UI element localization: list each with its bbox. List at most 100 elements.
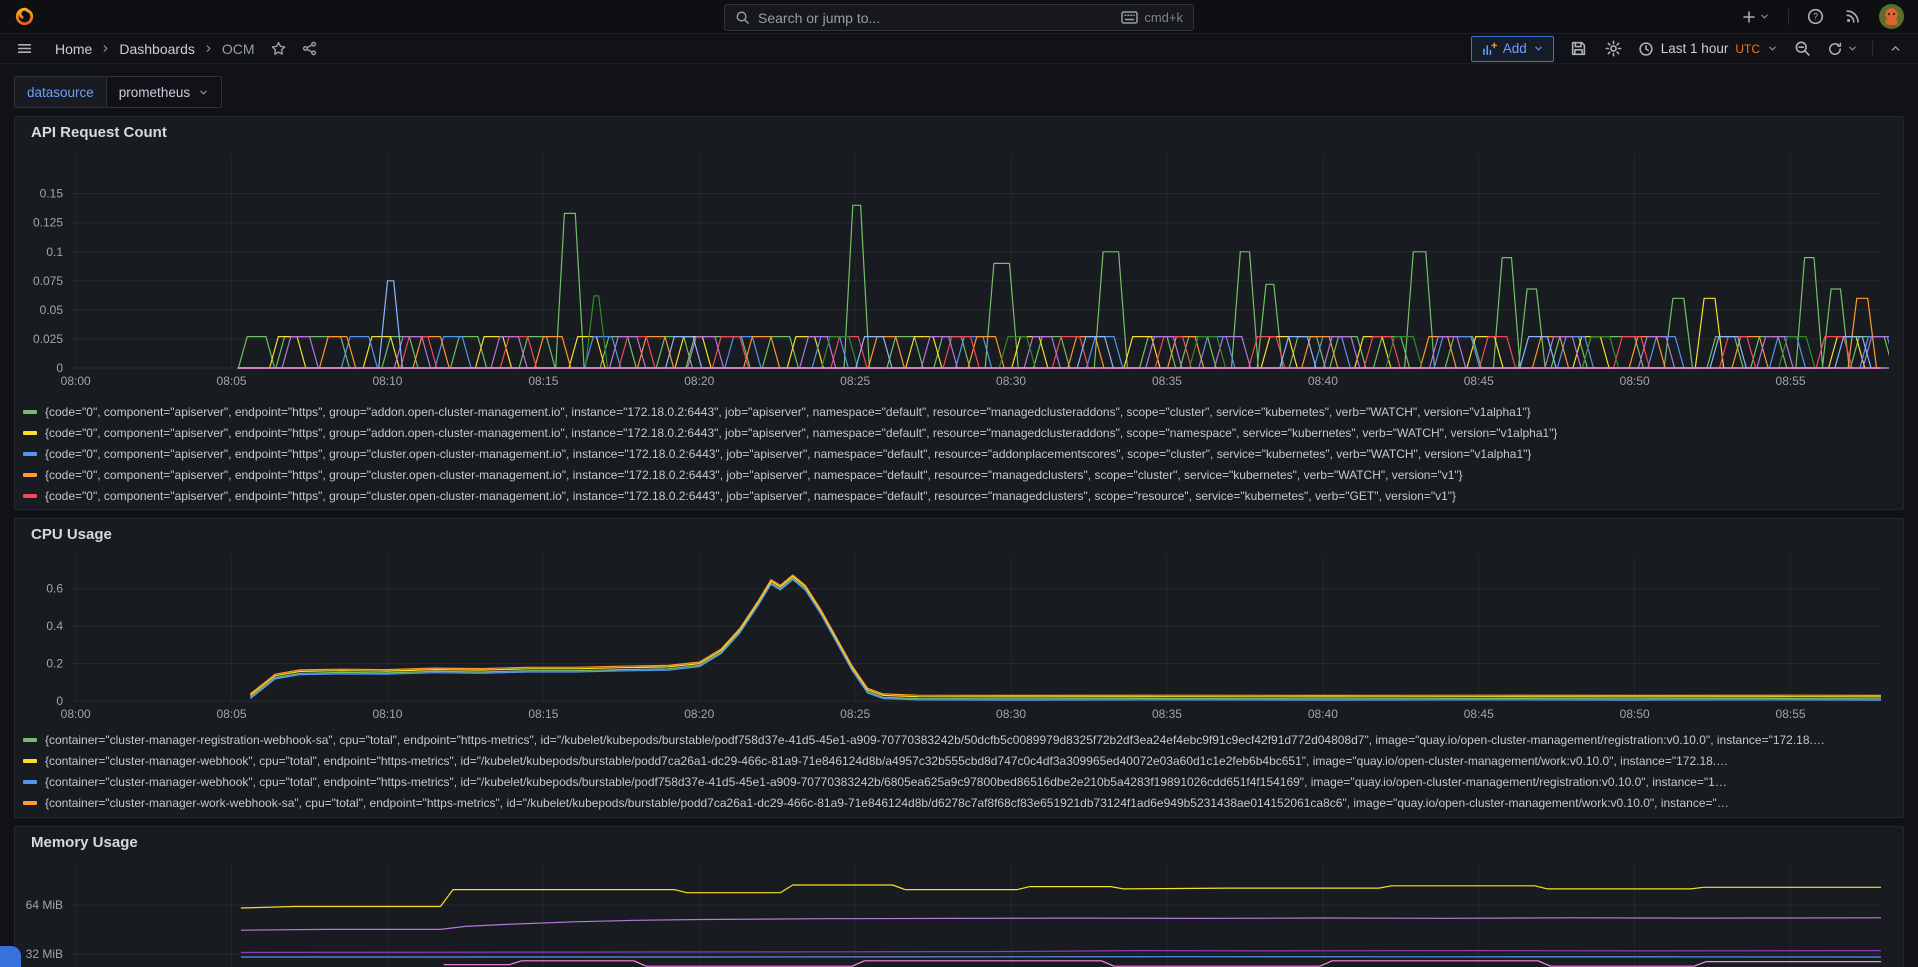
legend-label: {code="0", component="apiserver", endpoi… [45,426,1557,440]
svg-text:08:10: 08:10 [372,374,402,388]
share-button[interactable] [300,39,319,58]
keyboard-icon [1121,11,1138,24]
divider [1788,9,1789,25]
question-circle-icon: ? [1807,8,1824,25]
svg-text:0.05: 0.05 [40,303,64,317]
memory-usage-chart[interactable]: 64 MiB32 MiB [15,857,1889,967]
svg-text:08:40: 08:40 [1308,374,1338,388]
user-avatar[interactable] [1879,4,1904,29]
collapse-toolbar-button[interactable] [1887,40,1904,57]
panel-title: CPU Usage [23,526,112,543]
svg-text:08:00: 08:00 [61,374,91,388]
legend-item[interactable]: {container="cluster-manager-webhook", cp… [23,771,1903,792]
breadcrumb: Home Dashboards OCM [55,39,319,58]
favorite-button[interactable] [269,39,288,58]
gear-icon [1605,40,1622,57]
chevron-right-icon [203,43,214,54]
graph-add-icon [1481,41,1497,57]
panel-header[interactable]: Memory Usage [15,827,1903,857]
panel-api-request-count: API Request Count 08:00 08:05 08:10 08:15 08… [14,116,1904,510]
svg-text:08:20: 08:20 [684,374,714,388]
svg-text:08:10: 08:10 [372,707,402,721]
legend-label: {code="0", component="apiserver", endpoi… [45,447,1531,461]
svg-text:08:05: 08:05 [217,707,247,721]
save-dashboard-button[interactable] [1568,38,1589,59]
svg-text:08:45: 08:45 [1464,707,1494,721]
template-variable-row: datasource prometheus [14,76,1904,108]
search-icon [735,10,750,25]
mega-menu-button[interactable] [14,38,35,59]
api-request-count-legend: {code="0", component="apiserver", endpoi… [15,399,1903,506]
api-request-count-chart[interactable]: 08:0008:0508:1008:1508:2008:2508:3008:35… [15,147,1889,399]
chevron-right-icon [100,43,111,54]
legend-item[interactable]: {code="0", component="apiserver", endpoi… [23,422,1903,443]
refresh-button-group[interactable] [1827,41,1858,57]
svg-text:0: 0 [56,361,63,375]
news-button[interactable] [1842,6,1863,27]
rss-icon [1844,8,1861,25]
chevron-down-icon [1767,43,1778,54]
legend-label: {code="0", component="apiserver", endpoi… [45,405,1531,419]
legend-item[interactable]: {container="cluster-manager-webhook", cp… [23,750,1903,771]
chevron-down-icon [1759,11,1770,22]
add-panel-button[interactable]: Add [1471,36,1554,62]
panel-title: API Request Count [23,124,167,141]
chevron-up-icon [1889,42,1902,55]
legend-item[interactable]: {code="0", component="apiserver", endpoi… [23,443,1903,464]
legend-label: {container="cluster-manager-registration… [45,733,1825,747]
panel-header[interactable]: CPU Usage [15,519,1903,549]
breadcrumb-home[interactable]: Home [55,41,92,57]
variable-label[interactable]: datasource [14,76,106,108]
legend-item[interactable]: {container="cluster-manager-work-webhook… [23,792,1903,813]
chevron-down-icon [1847,43,1858,54]
legend-label: {code="0", component="apiserver", endpoi… [45,489,1456,503]
star-icon [271,41,286,56]
svg-text:0.6: 0.6 [46,582,63,596]
svg-text:08:30: 08:30 [996,707,1026,721]
svg-text:?: ? [1813,12,1818,22]
svg-text:08:25: 08:25 [840,707,870,721]
legend-item[interactable]: {code="0", component="apiserver", endpoi… [23,464,1903,485]
legend-series-marker [23,494,37,498]
dashboard-settings-button[interactable] [1603,38,1624,59]
legend-item[interactable]: {code="0", component="apiserver", endpoi… [23,485,1903,506]
zoom-out-time-button[interactable] [1792,38,1813,59]
svg-text:08:00: 08:00 [61,707,91,721]
legend-label: {code="0", component="apiserver", endpoi… [45,468,1463,482]
plus-icon [1741,9,1757,25]
svg-text:0.075: 0.075 [33,274,63,288]
new-button[interactable] [1739,7,1772,27]
time-range-picker[interactable]: Last 1 hour UTC [1638,41,1778,57]
variable-value-dropdown[interactable]: prometheus [106,76,222,108]
svg-text:0.4: 0.4 [46,619,63,633]
save-icon [1570,40,1587,57]
svg-text:08:25: 08:25 [840,374,870,388]
svg-text:08:15: 08:15 [528,374,558,388]
search-placeholder: Search or jump to... [758,10,1113,26]
legend-label: {container="cluster-manager-webhook", cp… [45,754,1728,768]
svg-text:08:50: 08:50 [1620,374,1650,388]
panel-header[interactable]: API Request Count [15,117,1903,147]
breadcrumb-dashboards[interactable]: Dashboards [119,41,195,57]
svg-text:08:45: 08:45 [1464,374,1494,388]
svg-text:08:05: 08:05 [217,374,247,388]
timezone-label: UTC [1735,42,1760,56]
legend-item[interactable]: {container="cluster-manager-registration… [23,729,1903,750]
svg-text:08:55: 08:55 [1776,707,1806,721]
svg-text:32 MiB: 32 MiB [26,947,63,961]
legend-label: {container="cluster-manager-webhook", cp… [45,775,1727,789]
legend-item[interactable]: {code="0", component="apiserver", endpoi… [23,401,1903,422]
panel-memory-usage: Memory Usage 64 MiB32 MiB [14,826,1904,967]
search-input[interactable]: Search or jump to... cmd+k [724,4,1194,31]
cpu-usage-legend: {container="cluster-manager-registration… [15,727,1903,813]
svg-text:08:50: 08:50 [1620,707,1650,721]
cpu-usage-chart[interactable]: 08:0008:0508:1008:1508:2008:2508:3008:35… [15,549,1889,727]
svg-text:0: 0 [56,694,63,708]
dashboard-toolbar: Home Dashboards OCM [0,34,1918,64]
search-minus-icon [1794,40,1811,57]
floating-bubble[interactable] [0,946,21,967]
grafana-logo[interactable] [14,6,35,27]
legend-label: {container="cluster-manager-work-webhook… [45,796,1729,810]
help-button[interactable]: ? [1805,6,1826,27]
legend-series-marker [23,780,37,784]
